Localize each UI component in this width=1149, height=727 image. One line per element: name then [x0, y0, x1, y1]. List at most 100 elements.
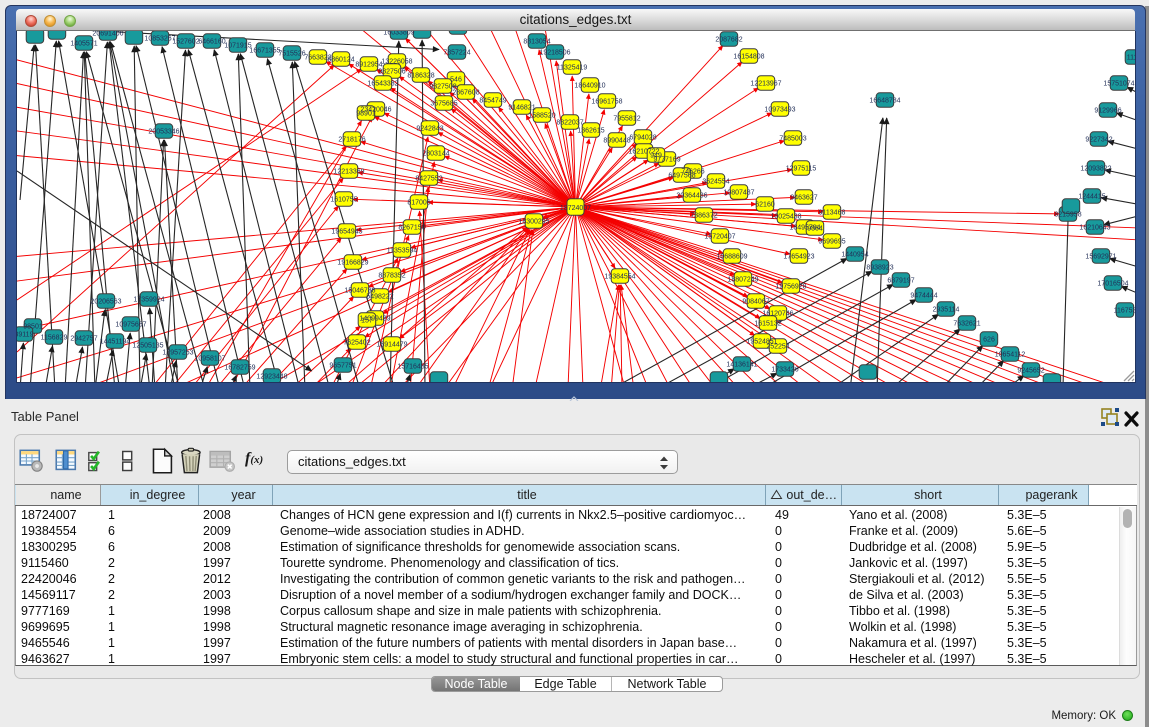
svg-text:8860124: 8860124 [327, 57, 354, 64]
svg-text:8990448: 8990448 [603, 138, 630, 145]
svg-text:252254: 252254 [766, 344, 789, 351]
svg-text:3624554: 3624554 [702, 179, 729, 186]
svg-text:2803144: 2803144 [422, 151, 449, 158]
svg-text:626: 626 [983, 337, 995, 344]
svg-text:11353594: 11353594 [387, 248, 418, 255]
svg-text:6794028: 6794028 [629, 135, 656, 142]
svg-text:15720407: 15720407 [704, 234, 735, 241]
svg-text:2718176: 2718176 [338, 137, 365, 144]
svg-text:16782759: 16782759 [224, 365, 255, 372]
svg-text:18724007: 18724007 [560, 205, 591, 212]
svg-text:98901: 98901 [356, 111, 376, 118]
svg-text:98501: 98501 [23, 324, 43, 331]
svg-text:19384554: 19384554 [604, 274, 635, 281]
svg-text:16154808: 16154808 [733, 54, 764, 61]
svg-text:17016504: 17016504 [1097, 281, 1128, 288]
svg-text:16033809: 16033809 [383, 31, 414, 37]
svg-text:10975667: 10975667 [115, 322, 146, 329]
svg-text:8822037: 8822037 [556, 120, 583, 127]
svg-text:7955812: 7955812 [613, 116, 640, 123]
svg-text:18640910: 18640910 [574, 83, 605, 90]
svg-text:12213967: 12213967 [750, 81, 781, 88]
svg-text:1362615: 1362615 [577, 128, 604, 135]
svg-text:9657751: 9657751 [329, 363, 356, 370]
svg-text:15751074: 15751074 [1103, 81, 1134, 88]
svg-text:1588520: 1588520 [528, 113, 555, 120]
svg-text:12975115: 12975115 [786, 166, 817, 173]
svg-text:20206563: 20206563 [90, 299, 121, 306]
svg-text:9129966: 9129966 [1094, 108, 1121, 115]
svg-text:9242843: 9242843 [416, 126, 443, 133]
svg-text:18300295: 18300295 [518, 219, 549, 226]
svg-text:10688609: 10688609 [716, 254, 747, 261]
svg-text:2867608: 2867608 [452, 90, 479, 97]
svg-text:17957253: 17957253 [162, 350, 193, 357]
svg-text:546: 546 [450, 77, 462, 84]
svg-text:12923448: 12923448 [256, 374, 287, 381]
svg-text:9227342: 9227342 [1085, 137, 1112, 144]
svg-text:9463627: 9463627 [790, 195, 817, 202]
svg-text:12093822: 12093822 [1080, 166, 1111, 173]
svg-text:157: 157 [361, 318, 373, 325]
svg-text:10973493: 10973493 [764, 107, 795, 114]
svg-text:16543382: 16543382 [367, 81, 398, 88]
svg-text:9084067: 9084067 [742, 299, 769, 306]
svg-text:7625402: 7625402 [343, 340, 370, 347]
svg-text:19166829: 19166829 [337, 260, 368, 267]
svg-text:20691406: 20691406 [92, 31, 123, 38]
svg-text:1527602: 1527602 [172, 39, 199, 46]
svg-text:10654112: 10654112 [995, 352, 1026, 359]
svg-text:8215958: 8215958 [1054, 212, 1081, 219]
svg-text:6497568: 6497568 [668, 173, 695, 180]
svg-text:9245652: 9245652 [1017, 368, 1044, 375]
svg-text:11325419: 11325419 [557, 65, 588, 72]
svg-text:17654923: 17654923 [783, 254, 814, 261]
svg-text:20364436: 20364436 [676, 193, 707, 200]
svg-text:8878352: 8878352 [378, 273, 405, 280]
svg-text:8912954: 8912954 [355, 62, 382, 69]
svg-text:8427552: 8427552 [415, 176, 442, 183]
svg-text:9474444: 9474444 [910, 293, 937, 300]
svg-text:1071915: 1071915 [224, 43, 251, 50]
svg-text:3675685: 3675685 [430, 101, 457, 108]
svg-text:10807487: 10807487 [723, 190, 754, 197]
svg-text:8186328: 8186328 [407, 73, 434, 80]
svg-text:9113468: 9113468 [819, 210, 846, 217]
svg-text:14451194: 14451194 [100, 339, 131, 346]
svg-text:6879197: 6879197 [887, 278, 914, 285]
svg-text:14136141: 14136141 [726, 362, 757, 369]
svg-text:20053346: 20053346 [148, 129, 179, 136]
svg-text:8938923: 8938923 [866, 265, 893, 272]
svg-text:16120746: 16120746 [762, 311, 793, 318]
svg-text:1112: 1112 [1127, 55, 1135, 62]
svg-text:62160: 62160 [755, 202, 775, 209]
svg-text:8454749: 8454749 [479, 98, 506, 105]
svg-text:949: 949 [650, 153, 662, 160]
svg-text:6466160: 6466160 [198, 39, 225, 46]
svg-text:9864: 9864 [807, 226, 823, 233]
svg-text:16914479: 16914479 [376, 342, 407, 349]
svg-text:16210643: 16210643 [1079, 225, 1110, 232]
svg-text:13226058: 13226058 [381, 59, 412, 66]
svg-text:17359924: 17359924 [133, 297, 164, 304]
svg-text:15692971: 15692971 [1085, 254, 1116, 261]
svg-text:19756928: 19756928 [775, 284, 806, 291]
svg-text:9827506: 9827506 [378, 69, 405, 76]
svg-text:7515526: 7515526 [278, 51, 305, 58]
svg-text:16671355: 16671355 [249, 48, 280, 55]
svg-text:9146821: 9146821 [508, 105, 535, 112]
svg-text:9699695: 9699695 [818, 239, 845, 246]
svg-text:12213369: 12213369 [333, 169, 364, 176]
svg-text:8267150: 8267150 [398, 225, 425, 232]
svg-text:7386372: 7386372 [690, 213, 717, 220]
svg-text:7857224: 7857224 [443, 50, 470, 57]
svg-text:5498222: 5498222 [366, 294, 393, 301]
svg-text:10958107: 10958107 [194, 356, 225, 363]
svg-text:1733426: 1733426 [771, 367, 798, 374]
svg-text:18807249: 18807249 [727, 277, 758, 284]
svg-text:116753: 116753 [1114, 308, 1135, 315]
svg-text:19218506: 19218506 [539, 50, 570, 57]
svg-text:1244415: 1244415 [1078, 194, 1105, 201]
svg-text:817006: 817006 [407, 200, 430, 207]
svg-text:1440954: 1440954 [841, 252, 868, 259]
